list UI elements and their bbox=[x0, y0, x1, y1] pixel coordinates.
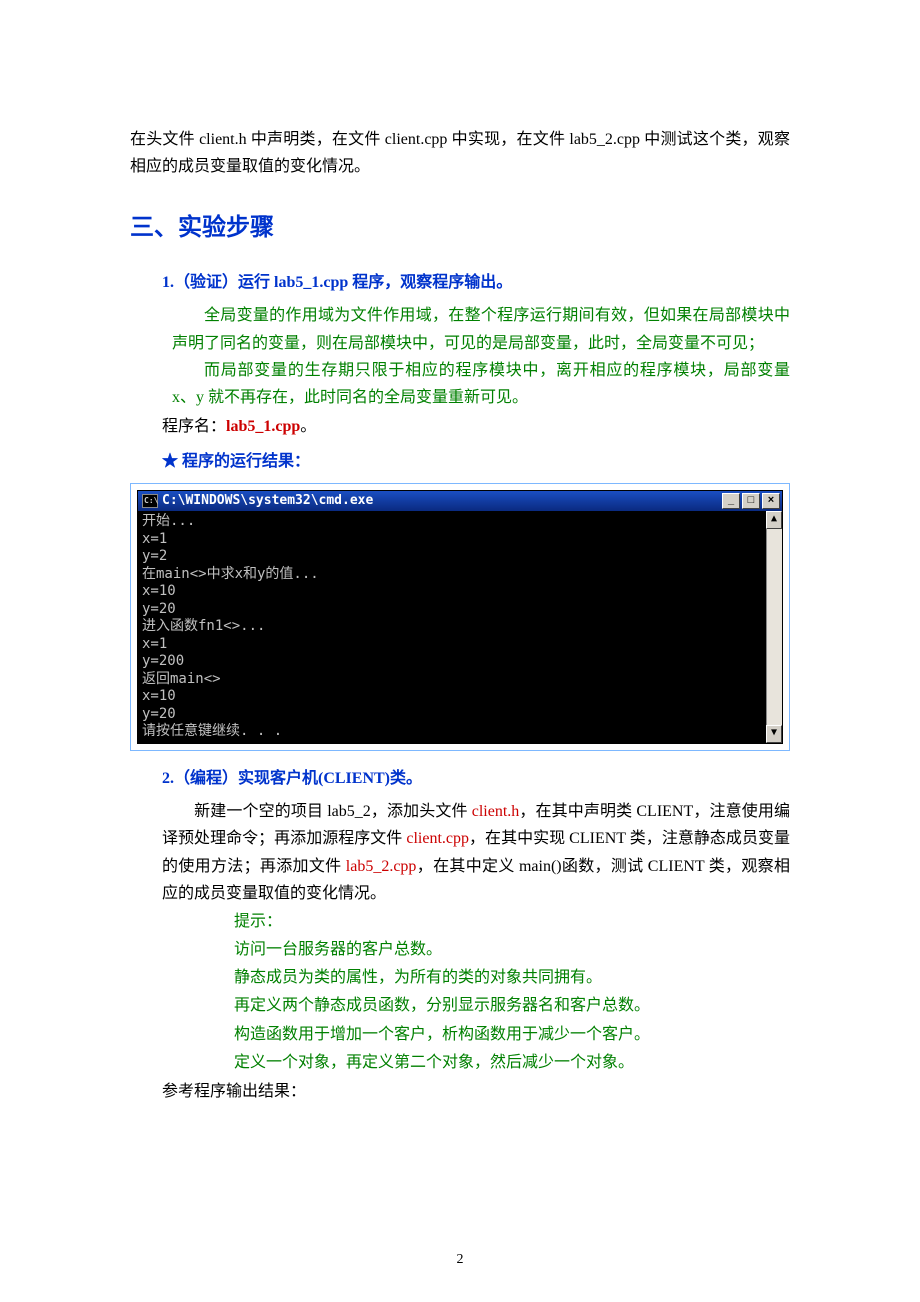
hint-3: 再定义两个静态成员函数，分别显示服务器名和客户总数。 bbox=[234, 992, 790, 1019]
hint-1: 访问一台服务器的客户总数。 bbox=[234, 936, 790, 963]
hint-4: 构造函数用于增加一个客户，析构函数用于减少一个客户。 bbox=[234, 1021, 790, 1048]
s2-a: 新建一个空的项目 lab5_2，添加头文件 bbox=[194, 803, 472, 820]
step2-body: 新建一个空的项目 lab5_2，添加头文件 client.h，在其中声明类 CL… bbox=[162, 798, 790, 907]
step2-title: 2.（编程）实现客户机(CLIENT)类。 bbox=[162, 765, 790, 792]
document-page: 在头文件 client.h 中声明类，在文件 client.cpp 中实现，在文… bbox=[0, 0, 920, 1302]
cmd-icon bbox=[142, 494, 158, 508]
hints-label: 提示： bbox=[234, 908, 790, 935]
scrollbar[interactable]: ▲ ▼ bbox=[766, 511, 782, 743]
cmd-window: C:\WINDOWS\system32\cmd.exe _ □ × 开始... … bbox=[137, 490, 783, 744]
s2-d: client.cpp bbox=[406, 830, 469, 847]
intro-paragraph: 在头文件 client.h 中声明类，在文件 client.cpp 中实现，在文… bbox=[130, 126, 790, 180]
step1-p1: 全局变量的作用域为文件作用域，在整个程序运行期间有效，但如果在局部模块中声明了同… bbox=[172, 302, 790, 356]
cmd-body-wrap: 开始... x=1 y=2 在main<>中求x和y的值... x=10 y=2… bbox=[138, 511, 782, 743]
minimize-button[interactable]: _ bbox=[722, 493, 740, 509]
result-heading: ★ 程序的运行结果： bbox=[162, 448, 790, 475]
scroll-track[interactable] bbox=[766, 529, 782, 725]
s2-b: client.h bbox=[472, 803, 520, 820]
hint-5: 定义一个对象，再定义第二个对象，然后减少一个对象。 bbox=[234, 1049, 790, 1076]
page-number: 2 bbox=[0, 1248, 920, 1272]
cmd-titlebar: C:\WINDOWS\system32\cmd.exe _ □ × bbox=[138, 491, 782, 511]
section-heading: 三、实验步骤 bbox=[130, 208, 790, 249]
program-name-line: 程序名：lab5_1.cpp。 bbox=[162, 413, 790, 440]
step1-explain: 全局变量的作用域为文件作用域，在整个程序运行期间有效，但如果在局部模块中声明了同… bbox=[172, 302, 790, 411]
prog-tail: 。 bbox=[300, 418, 316, 435]
step1-title: 1.（验证）运行 lab5_1.cpp 程序，观察程序输出。 bbox=[162, 269, 790, 296]
scroll-up-icon[interactable]: ▲ bbox=[766, 511, 782, 529]
close-button[interactable]: × bbox=[762, 493, 780, 509]
step1-p2: 而局部变量的生存期只限于相应的程序模块中，离开相应的程序模块，局部变量 x、y … bbox=[172, 357, 790, 411]
maximize-button[interactable]: □ bbox=[742, 493, 760, 509]
reference-output-label: 参考程序输出结果： bbox=[162, 1078, 790, 1105]
prog-name: lab5_1.cpp bbox=[226, 418, 300, 435]
hints-block: 提示： 访问一台服务器的客户总数。 静态成员为类的属性，为所有的类的对象共同拥有… bbox=[234, 908, 790, 1076]
prog-label: 程序名： bbox=[162, 418, 226, 435]
step1-block: 1.（验证）运行 lab5_1.cpp 程序，观察程序输出。 全局变量的作用域为… bbox=[162, 269, 790, 475]
s2-f: lab5_2.cpp bbox=[346, 858, 417, 875]
cmd-title-text: C:\WINDOWS\system32\cmd.exe bbox=[162, 490, 373, 512]
hint-2: 静态成员为类的属性，为所有的类的对象共同拥有。 bbox=[234, 964, 790, 991]
scroll-down-icon[interactable]: ▼ bbox=[766, 725, 782, 743]
cmd-output: 开始... x=1 y=2 在main<>中求x和y的值... x=10 y=2… bbox=[138, 511, 766, 743]
cmd-screenshot-frame: C:\WINDOWS\system32\cmd.exe _ □ × 开始... … bbox=[130, 483, 790, 751]
window-buttons: _ □ × bbox=[722, 493, 780, 509]
